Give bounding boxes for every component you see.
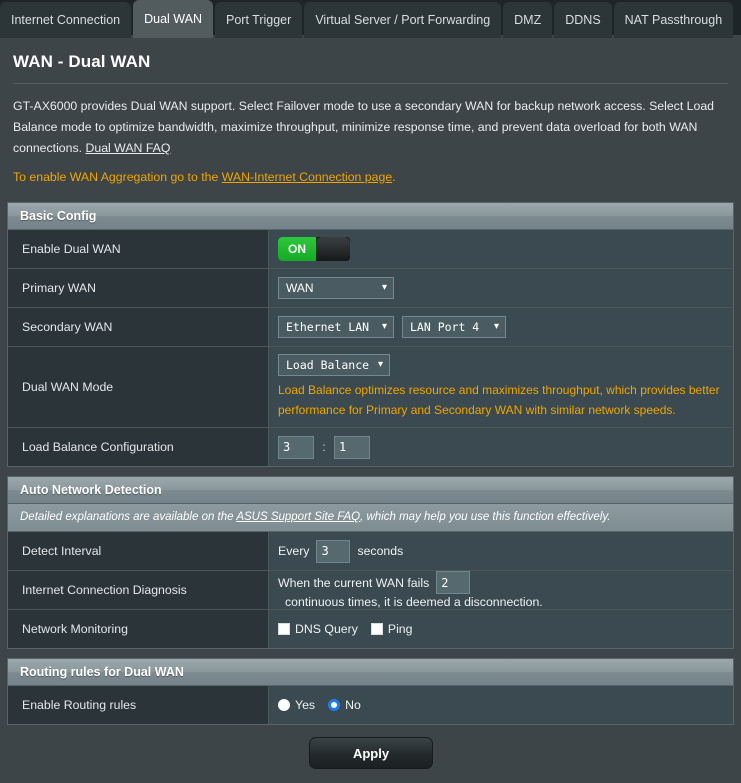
value-enable-routing-rules: Yes No — [269, 686, 733, 724]
detect-interval-input[interactable] — [316, 539, 351, 563]
chevron-down-icon: ▾ — [377, 359, 383, 370]
label-network-monitoring: Network Monitoring — [8, 610, 269, 648]
dual-wan-faq-link[interactable]: Dual WAN FAQ — [85, 141, 170, 155]
title-divider — [13, 83, 728, 84]
row-dual-wan-mode: Dual WAN Mode Load Balance ▾ Load Balanc… — [8, 347, 733, 428]
row-internet-connection-diagnosis: Internet Connection Diagnosis When the c… — [8, 571, 733, 610]
chevron-down-icon: ▾ — [381, 321, 387, 332]
radio-icon[interactable] — [278, 699, 290, 711]
chevron-down-icon: ▾ — [493, 321, 499, 332]
load-balance-secondary-weight-input[interactable] — [334, 435, 370, 459]
label-dual-wan-mode: Dual WAN Mode — [8, 347, 269, 427]
asus-support-site-faq-link[interactable]: ASUS Support Site FAQ — [236, 511, 360, 523]
label-enable-routing-rules: Enable Routing rules — [8, 686, 269, 724]
primary-wan-select[interactable]: WAN ▾ — [278, 277, 394, 299]
value-detect-interval: Every seconds — [269, 532, 733, 570]
detect-interval-suffix: seconds — [357, 544, 404, 558]
section-gap-2 — [7, 649, 734, 658]
diagnosis-suffix: continuous times, it is deemed a disconn… — [285, 594, 543, 609]
dual-wan-mode-value: Load Balance — [286, 358, 370, 372]
page-content: WAN - Dual WAN GT-AX6000 provides Dual W… — [0, 38, 741, 783]
tab-bar: Internet Connection Dual WAN Port Trigge… — [0, 0, 741, 38]
radio-icon-selected[interactable] — [328, 699, 341, 711]
dual-wan-mode-select[interactable]: Load Balance ▾ — [278, 354, 390, 376]
apply-bar: Apply — [7, 725, 734, 783]
label-load-balance-configuration: Load Balance Configuration — [8, 428, 269, 466]
page-title: WAN - Dual WAN — [13, 52, 151, 71]
row-enable-routing-rules: Enable Routing rules Yes No — [8, 686, 733, 724]
value-network-monitoring: DNS Query Ping — [269, 610, 733, 648]
secondary-wan-port-select[interactable]: LAN Port 4 ▾ — [402, 316, 506, 338]
value-primary-wan: WAN ▾ — [269, 269, 733, 307]
value-dual-wan-mode: Load Balance ▾ Load Balance optimizes re… — [269, 347, 733, 427]
section-gap-1 — [7, 467, 734, 476]
tab-dmz[interactable]: DMZ — [503, 2, 553, 38]
auto-network-detection-section: Auto Network Detection Detailed explanat… — [7, 476, 734, 649]
load-balance-primary-weight-input[interactable] — [278, 435, 314, 459]
diagnosis-prefix: When the current WAN fails — [278, 575, 430, 590]
row-secondary-wan: Secondary WAN Ethernet LAN ▾ LAN Port 4 … — [8, 308, 733, 347]
wan-internet-connection-link[interactable]: WAN-Internet Connection page — [222, 170, 392, 184]
toggle-on-label: ON — [278, 237, 316, 261]
diagnosis-fail-count-input[interactable] — [436, 571, 471, 595]
primary-wan-selected-value: WAN — [286, 281, 314, 295]
network-monitoring-ping-option[interactable]: Ping — [370, 622, 413, 636]
dual-wan-mode-hint: Load Balance optimizes resource and maxi… — [278, 383, 720, 417]
routing-rules-no-option[interactable]: No — [328, 698, 361, 712]
basic-config-section: Basic Config Enable Dual WAN ON Primary … — [7, 202, 734, 467]
enable-dual-wan-toggle[interactable]: ON — [278, 237, 350, 261]
secondary-wan-type-select[interactable]: Ethernet LAN ▾ — [278, 316, 394, 338]
routing-rules-header: Routing rules for Dual WAN — [8, 659, 733, 686]
row-load-balance-configuration: Load Balance Configuration : — [8, 428, 733, 466]
row-detect-interval: Detect Interval Every seconds — [8, 532, 733, 571]
tab-nat-passthrough[interactable]: NAT Passthrough — [613, 2, 734, 38]
row-network-monitoring: Network Monitoring DNS Query Ping — [8, 610, 733, 648]
label-secondary-wan: Secondary WAN — [8, 308, 269, 346]
ping-label: Ping — [387, 622, 413, 636]
auto-network-detection-subtitle: Detailed explanations are available on t… — [8, 504, 733, 532]
value-load-balance-configuration: : — [269, 428, 733, 466]
routing-rules-section: Routing rules for Dual WAN Enable Routin… — [7, 658, 734, 725]
secondary-wan-port-value: LAN Port 4 — [410, 320, 480, 334]
checkbox-icon[interactable] — [278, 623, 290, 635]
wan-aggregation-note: To enable WAN Aggregation go to the WAN-… — [13, 167, 728, 187]
row-enable-dual-wan: Enable Dual WAN ON — [8, 230, 733, 269]
page-description: GT-AX6000 provides Dual WAN support. Sel… — [13, 96, 728, 159]
subtitle-prefix: Detailed explanations are available on t… — [20, 511, 237, 523]
auto-network-detection-header: Auto Network Detection — [8, 477, 733, 504]
subtitle-suffix: , which may help you use this function e… — [360, 511, 611, 523]
tab-virtual-server-port-forwarding[interactable]: Virtual Server / Port Forwarding — [304, 2, 502, 38]
note-suffix: . — [392, 170, 396, 184]
tab-ddns[interactable]: DDNS — [554, 2, 612, 38]
tab-dual-wan[interactable]: Dual WAN — [133, 0, 213, 38]
secondary-wan-type-value: Ethernet LAN — [286, 320, 370, 334]
network-monitoring-dns-query-option[interactable]: DNS Query — [278, 622, 358, 636]
intro-block: WAN - Dual WAN GT-AX6000 provides Dual W… — [7, 38, 734, 202]
load-balance-separator: : — [322, 440, 326, 454]
label-internet-connection-diagnosis: Internet Connection Diagnosis — [8, 571, 269, 609]
value-enable-dual-wan: ON — [269, 230, 733, 268]
tab-internet-connection[interactable]: Internet Connection — [0, 2, 132, 38]
toggle-knob[interactable] — [316, 237, 350, 261]
value-secondary-wan: Ethernet LAN ▾ LAN Port 4 ▾ — [269, 308, 733, 346]
tab-port-trigger[interactable]: Port Trigger — [215, 2, 303, 38]
label-detect-interval: Detect Interval — [8, 532, 269, 570]
label-primary-wan: Primary WAN — [8, 269, 269, 307]
basic-config-header: Basic Config — [8, 203, 733, 230]
note-prefix: To enable WAN Aggregation go to the — [13, 170, 222, 184]
chevron-down-icon: ▾ — [381, 282, 387, 293]
apply-button[interactable]: Apply — [309, 737, 433, 769]
detect-interval-prefix: Every — [278, 544, 310, 558]
dns-query-label: DNS Query — [295, 622, 358, 636]
routing-rules-yes-label: Yes — [295, 698, 316, 712]
row-primary-wan: Primary WAN WAN ▾ — [8, 269, 733, 308]
routing-rules-no-label: No — [345, 698, 361, 712]
value-internet-connection-diagnosis: When the current WAN fails continuous ti… — [269, 571, 733, 609]
checkbox-icon[interactable] — [370, 623, 383, 635]
routing-rules-yes-option[interactable]: Yes — [278, 698, 315, 712]
label-enable-dual-wan: Enable Dual WAN — [8, 230, 269, 268]
